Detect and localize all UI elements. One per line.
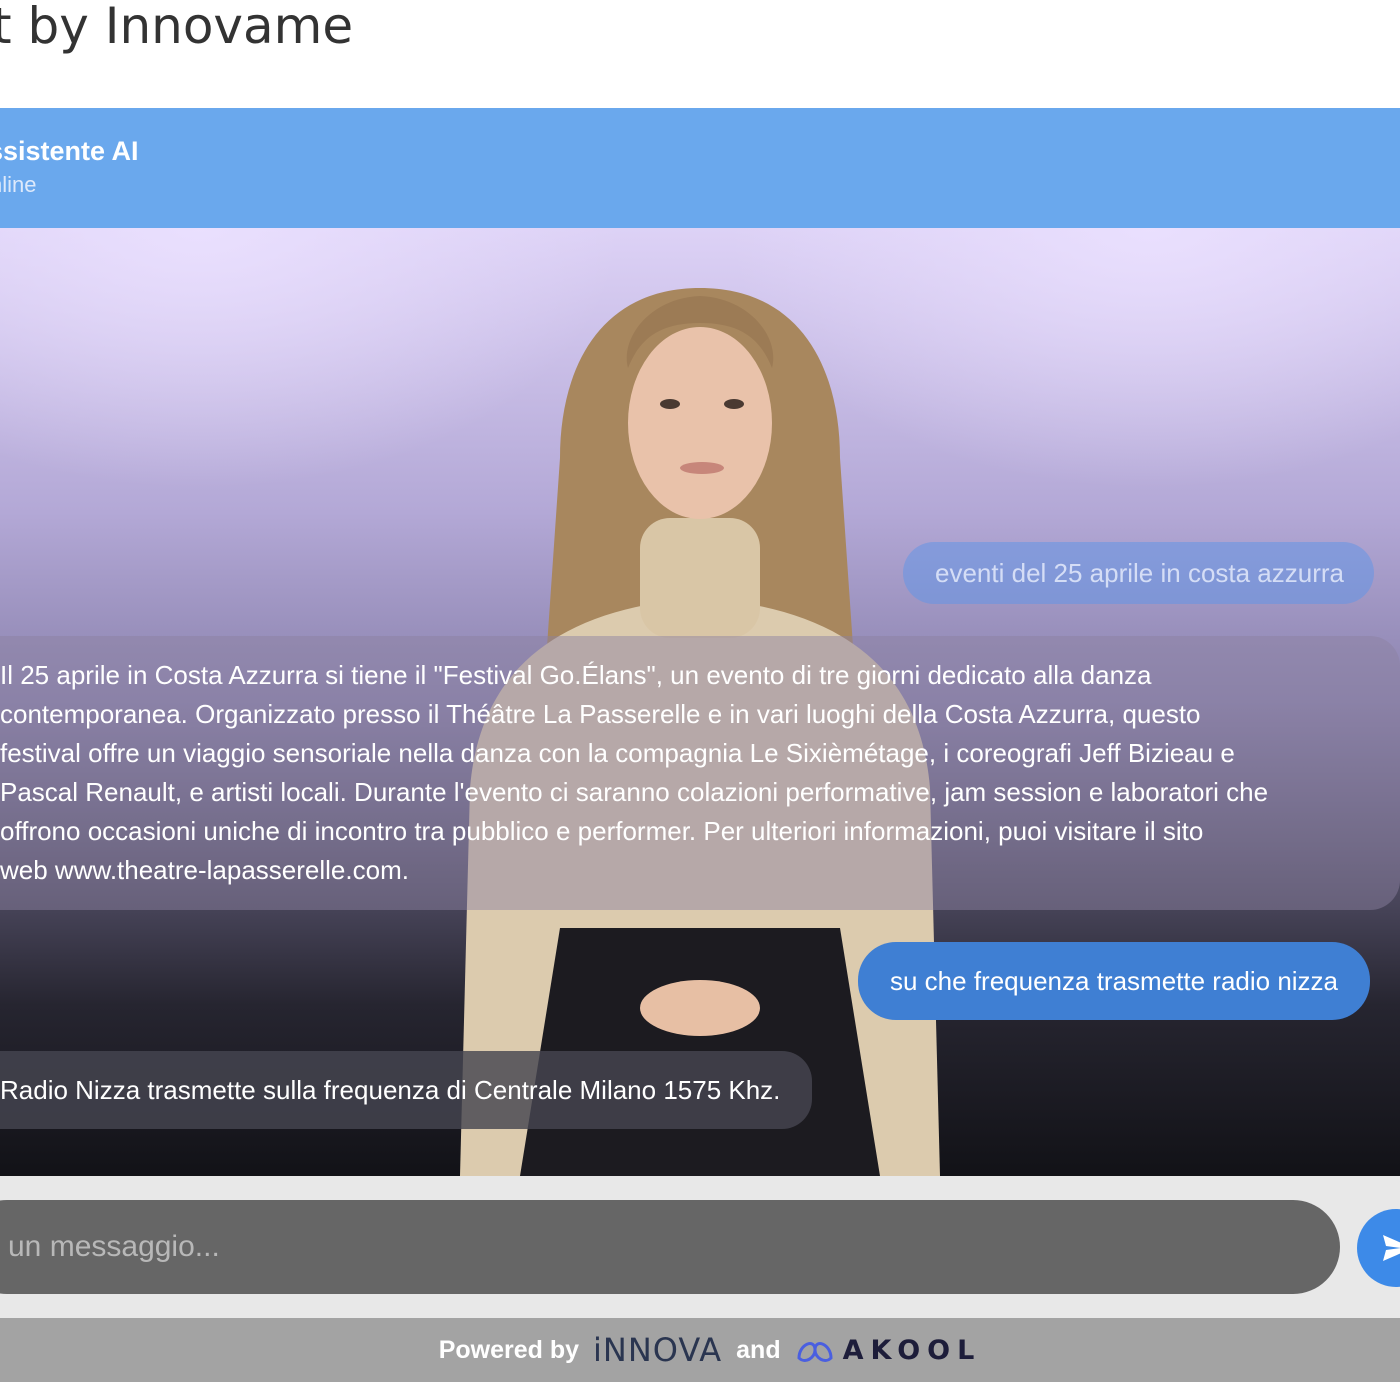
- powered-by-label: Powered by: [438, 1335, 580, 1364]
- bottom-strip: [0, 1382, 1400, 1400]
- message-line: Pascal Renault, e artisti locali. Durant…: [0, 777, 1269, 807]
- message-text: eventi del 25 aprile in costa azzurra: [935, 558, 1345, 588]
- message-text: su che frequenza trasmette radio nizza: [890, 966, 1339, 996]
- footer: Powered by iNNOVA and AKOOL: [0, 1318, 1400, 1382]
- page-title: t by Innovame: [0, 0, 354, 55]
- chat-header: ssistente AI nline: [0, 108, 1400, 228]
- avatar-video: eventi del 25 aprile in costa azzurra Il…: [0, 228, 1400, 1176]
- akool-logo-icon: [797, 1342, 833, 1362]
- message-input[interactable]: [0, 1200, 1340, 1294]
- message-line: web www.theatre-lapasserelle.com.: [0, 855, 409, 885]
- assistant-name: ssistente AI: [0, 136, 139, 166]
- message-assistant-1: Il 25 aprile in Costa Azzurra si tiene i…: [0, 636, 1400, 910]
- send-icon: [1383, 1235, 1400, 1261]
- assistant-status: nline: [0, 172, 37, 197]
- message-line: festival offre un viaggio sensoriale nel…: [0, 738, 1235, 768]
- message-assistant-2: Radio Nizza trasmette sulla frequenza di…: [0, 1051, 813, 1129]
- message-line: contemporanea. Organizzato presso il Thé…: [0, 699, 1201, 729]
- akool-logo: AKOOL: [795, 1334, 982, 1366]
- message-line: offrono occasioni uniche di incontro tra…: [0, 816, 1204, 846]
- message-line: Il 25 aprile in Costa Azzurra si tiene i…: [0, 660, 1152, 690]
- message-user-1: eventi del 25 aprile in costa azzurra: [903, 542, 1375, 604]
- message-text: Radio Nizza trasmette sulla frequenza di…: [0, 1075, 781, 1105]
- message-user-2: su che frequenza trasmette radio nizza: [858, 942, 1371, 1020]
- innova-logo: iNNOVA: [593, 1331, 723, 1369]
- and-label: and: [736, 1335, 781, 1364]
